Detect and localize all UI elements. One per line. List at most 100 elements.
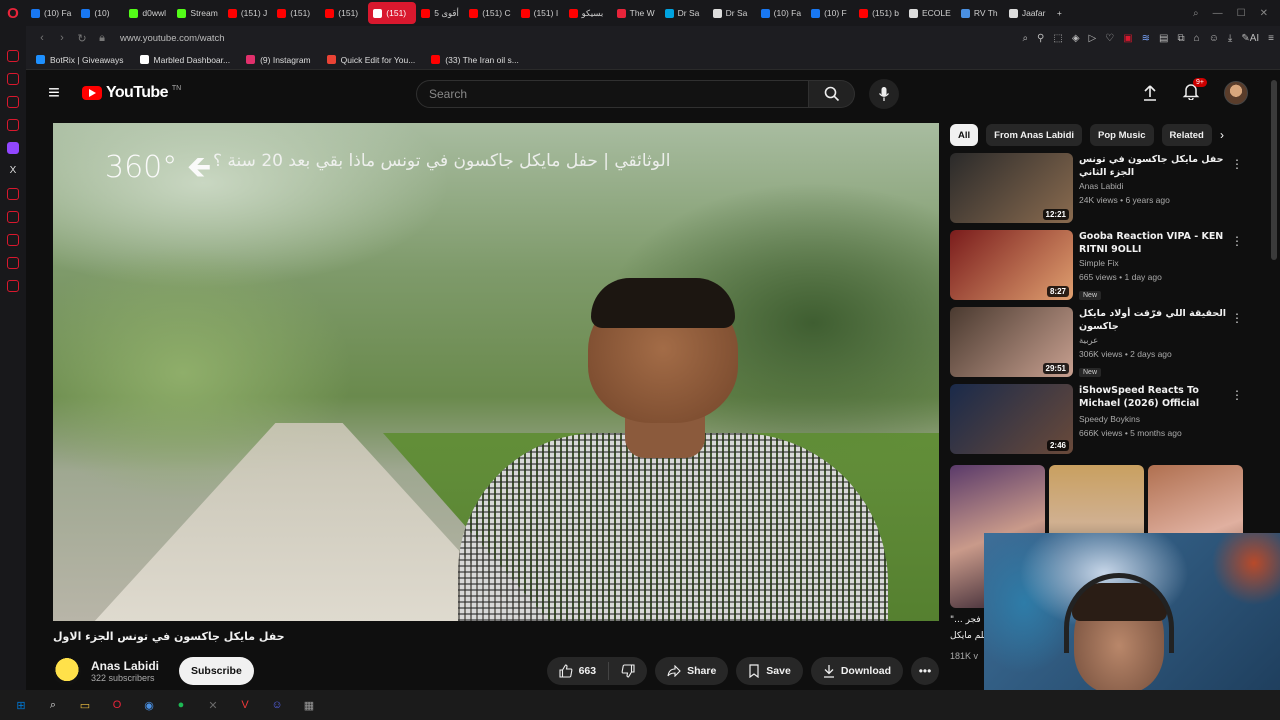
browser-tab[interactable]: d0wwl: [124, 2, 172, 24]
browser-tab[interactable]: The W: [612, 2, 660, 24]
url-field[interactable]: www.youtube.com/watch: [120, 33, 1022, 44]
browser-tab[interactable]: ECOLE: [904, 2, 956, 24]
recommendation-item[interactable]: 2:46 iShowSpeed Reacts To Michael (2026) …: [950, 384, 1250, 461]
maximize-icon[interactable]: ☐: [1237, 8, 1246, 19]
bookmark-item[interactable]: BotRix | Giveaways: [36, 55, 124, 65]
hamburger-menu-icon[interactable]: ≡: [26, 82, 82, 105]
browser-tab[interactable]: (151) J: [223, 2, 272, 24]
extensions-icon[interactable]: ⧉: [1178, 33, 1185, 44]
filter-chip[interactable]: From Anas Labidi: [986, 124, 1083, 146]
browser-tab[interactable]: Dr Sa: [660, 2, 708, 24]
browser-tab[interactable]: (151): [368, 2, 417, 24]
browser-tab[interactable]: (10) Fa: [756, 2, 806, 24]
more-options-icon[interactable]: ⋮: [1231, 388, 1243, 402]
recommendation-channel[interactable]: Speedy Boykins: [1079, 412, 1229, 426]
file-explorer-icon[interactable]: ▭: [76, 696, 94, 714]
video-thumbnail[interactable]: 8:27: [950, 230, 1073, 300]
channel-avatar[interactable]: [53, 657, 81, 685]
voice-search-button[interactable]: [869, 79, 899, 109]
upload-icon[interactable]: [1142, 84, 1158, 102]
browser-tab[interactable]: (10): [76, 2, 124, 24]
more-actions-icon[interactable]: •••: [911, 657, 939, 685]
bookmark-item[interactable]: (9) Instagram: [246, 55, 311, 65]
filter-chip[interactable]: Pop Music: [1090, 124, 1154, 146]
menu-icon[interactable]: ≡: [1268, 33, 1274, 44]
sidebar-music-icon[interactable]: [7, 188, 19, 200]
sidebar-twitch-icon[interactable]: [7, 142, 19, 154]
recommendation-title[interactable]: Gooba Reaction VIPA - KEN RITNI 9OLLI: [1079, 230, 1229, 256]
sidebar-settings-icon[interactable]: [7, 280, 19, 292]
discord-icon[interactable]: ☺: [268, 696, 286, 714]
search-button[interactable]: [809, 80, 855, 108]
channel-name[interactable]: Anas Labidi: [91, 659, 159, 673]
windows-icon[interactable]: ⊞: [12, 696, 30, 714]
sidebar-aria-icon[interactable]: [7, 73, 19, 85]
browser-tab[interactable]: (151) I: [516, 2, 564, 24]
video-thumbnail[interactable]: 29:51: [950, 307, 1073, 377]
sidebar-x-icon[interactable]: X: [7, 165, 19, 177]
browser-tab[interactable]: بسيكو: [564, 2, 612, 24]
more-options-icon[interactable]: ⋮: [1231, 311, 1243, 325]
more-options-icon[interactable]: ⋮: [1231, 234, 1243, 248]
search-input[interactable]: Search: [416, 80, 809, 108]
browser-tab[interactable]: Stream: [172, 2, 222, 24]
vivaldi-icon[interactable]: V: [236, 696, 254, 714]
extension-box-icon[interactable]: ▤: [1159, 33, 1168, 44]
recommendation-channel[interactable]: Simple Fix: [1079, 256, 1229, 270]
bookmark-item[interactable]: (33) The Iran oil s...: [431, 55, 519, 65]
vpn-icon[interactable]: ⌂: [1194, 33, 1200, 44]
share-button[interactable]: Share: [655, 657, 729, 685]
profile-icon[interactable]: ☺: [1209, 33, 1219, 44]
video-thumbnail[interactable]: 12:21: [950, 153, 1073, 223]
pin-icon[interactable]: ⚲: [1037, 33, 1044, 44]
recommendation-channel[interactable]: Anas Labidi: [1079, 179, 1229, 193]
recommendation-title[interactable]: iShowSpeed Reacts To Michael (2026) Offi…: [1079, 384, 1229, 412]
close-window-icon[interactable]: ✕: [1260, 8, 1268, 19]
bookmark-item[interactable]: Quick Edit for You...: [326, 55, 415, 65]
recommendation-channel[interactable]: عربية: [1079, 333, 1229, 347]
recommendation-item[interactable]: 8:27 Gooba Reaction VIPA - KEN RITNI 9OLL…: [950, 230, 1250, 307]
search-tabs-icon[interactable]: ⌕: [1193, 8, 1199, 19]
dislike-button[interactable]: [609, 664, 647, 678]
calculator-icon[interactable]: ▦: [300, 696, 318, 714]
filter-chip[interactable]: Related: [1161, 124, 1212, 146]
sidebar-player-icon[interactable]: [7, 211, 19, 223]
sidebar-history-icon[interactable]: [7, 234, 19, 246]
browser-tab[interactable]: Dr Sa: [708, 2, 756, 24]
notifications-button[interactable]: 9+: [1182, 77, 1207, 105]
browser-tab[interactable]: Jaafar: [1004, 2, 1052, 24]
recommendation-title[interactable]: حفل مايكل جاكسون في تونس الجزء الثاني: [1079, 153, 1229, 179]
recommendation-item[interactable]: 29:51 الحقيقة اللي فرّقت أولاد مايكل جاكس…: [950, 307, 1250, 384]
opera-icon[interactable]: O: [108, 696, 126, 714]
more-options-icon[interactable]: ⋮: [1231, 157, 1243, 171]
back-icon[interactable]: ‹: [32, 32, 52, 44]
browser-tab[interactable]: (10) Fa: [26, 2, 76, 24]
browser-tab[interactable]: (151) b: [854, 2, 904, 24]
forward-icon[interactable]: ›: [52, 32, 72, 44]
subscribe-button[interactable]: Subscribe: [179, 657, 254, 685]
xbox-icon[interactable]: ✕: [204, 696, 222, 714]
recommendation-title[interactable]: الحقيقة اللي فرّقت أولاد مايكل جاكسون: [1079, 307, 1229, 333]
reload-icon[interactable]: ↻: [72, 32, 92, 45]
search-icon[interactable]: ⌕: [44, 696, 62, 714]
browser-tab[interactable]: 5 أقوى: [416, 2, 464, 24]
heart-icon[interactable]: ♡: [1105, 33, 1114, 44]
youtube-logo[interactable]: YouTube TN: [82, 84, 181, 102]
chevron-right-icon[interactable]: ›: [1220, 128, 1224, 142]
browser-tab[interactable]: (151): [320, 2, 368, 24]
video-player[interactable]: الوثائقي | حفل مايكل جاكسون في تونس ماذا…: [53, 123, 939, 621]
browser-tab[interactable]: (10) F: [806, 2, 854, 24]
new-tab-button[interactable]: +: [1052, 2, 1072, 24]
browser-tab[interactable]: RV Th: [956, 2, 1004, 24]
sidebar-bookmark-icon[interactable]: [7, 119, 19, 131]
sidebar-downloads-icon[interactable]: [7, 257, 19, 269]
save-button[interactable]: Save: [736, 657, 803, 685]
browser-tab[interactable]: (151) C: [464, 2, 515, 24]
recommendation-item[interactable]: 12:21 حفل مايكل جاكسون في تونس الجزء الثا…: [950, 153, 1250, 230]
like-button[interactable]: 663: [547, 662, 610, 680]
extension-audio-icon[interactable]: ≋: [1142, 33, 1150, 44]
video-thumbnail[interactable]: 2:46: [950, 384, 1073, 454]
sidebar-messenger-icon[interactable]: [7, 96, 19, 108]
download-icon[interactable]: ⤓: [1228, 33, 1232, 44]
spotify-icon[interactable]: ●: [172, 696, 190, 714]
